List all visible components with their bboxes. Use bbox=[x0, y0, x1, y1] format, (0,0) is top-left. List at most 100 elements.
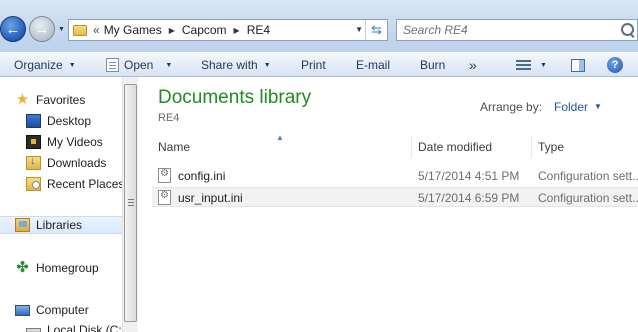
breadcrumb-chevron-icon[interactable]: ▶ bbox=[234, 26, 240, 35]
nav-recent-places[interactable]: Recent Places bbox=[26, 175, 122, 193]
nav-libraries[interactable]: Libraries bbox=[0, 216, 122, 234]
nav-computer[interactable]: Computer bbox=[15, 301, 89, 319]
email-button[interactable]: E-mail bbox=[356, 57, 390, 73]
star-icon: ★ bbox=[15, 91, 30, 108]
nav-my-videos[interactable]: My Videos bbox=[26, 133, 103, 151]
file-date: 5/17/2014 4:51 PM bbox=[418, 169, 520, 183]
folder-icon bbox=[73, 24, 87, 36]
organize-button[interactable]: Organize ▼ bbox=[14, 57, 76, 73]
file-type: Configuration sett... bbox=[538, 191, 638, 205]
search-box[interactable] bbox=[396, 19, 638, 41]
computer-icon bbox=[15, 304, 30, 316]
dropdown-arrow-icon: ▼ bbox=[68, 61, 76, 69]
column-divider[interactable] bbox=[531, 136, 532, 158]
forward-arrow-icon: → bbox=[34, 20, 50, 38]
videos-folder-icon bbox=[26, 135, 41, 149]
back-button[interactable]: ← bbox=[0, 16, 26, 42]
address-dropdown-icon[interactable]: ▼ bbox=[355, 25, 363, 34]
more-commands-label: » bbox=[469, 57, 477, 73]
settings-file-icon bbox=[158, 168, 171, 183]
nav-downloads[interactable]: Downloads bbox=[26, 154, 106, 172]
nav-desktop[interactable]: Desktop bbox=[26, 112, 91, 130]
preview-pane-button[interactable] bbox=[571, 57, 585, 73]
navigation-scrollbar[interactable] bbox=[122, 77, 138, 332]
file-name: usr_input.ini bbox=[178, 191, 243, 205]
nav-homegroup[interactable]: ✤ Homegroup bbox=[15, 259, 99, 277]
recent-places-icon bbox=[26, 177, 41, 191]
column-divider[interactable] bbox=[411, 136, 412, 158]
nav-local-disk-label: Local Disk (C:) bbox=[47, 323, 122, 332]
dropdown-arrow-icon[interactable]: ▼ bbox=[540, 62, 547, 69]
share-with-button[interactable]: Share with ▼ bbox=[201, 57, 271, 73]
address-bar[interactable]: « My Games ▶ Capcom ▶ RE4 ▼ ⇆ bbox=[68, 19, 388, 41]
grip-line bbox=[128, 205, 134, 206]
dropdown-arrow-icon[interactable]: ▼ bbox=[165, 62, 172, 69]
column-header-date-modified[interactable]: Date modified bbox=[418, 140, 492, 154]
nav-computer-label: Computer bbox=[36, 303, 89, 317]
preview-pane-icon bbox=[571, 58, 585, 72]
refresh-button[interactable]: ⇆ bbox=[365, 20, 387, 40]
nav-favorites-label: Favorites bbox=[36, 93, 86, 107]
file-row[interactable]: config.ini 5/17/2014 4:51 PM Configurati… bbox=[152, 166, 638, 186]
nav-favorites[interactable]: ★ Favorites bbox=[15, 91, 86, 109]
library-subtitle: RE4 bbox=[158, 112, 180, 124]
file-list-pane: Documents library RE4 Arrange by: Folder… bbox=[138, 77, 638, 332]
command-bar: Organize ▼ Open ▼ Share with ▼ Print E-m… bbox=[0, 52, 638, 77]
more-commands-button[interactable]: » bbox=[469, 57, 477, 73]
nav-recent-places-label: Recent Places bbox=[47, 177, 122, 191]
column-header-name[interactable]: Name bbox=[158, 140, 190, 154]
sort-ascending-icon: ▲ bbox=[276, 133, 284, 142]
help-icon: ? bbox=[607, 57, 623, 73]
scrollbar-thumb[interactable] bbox=[124, 84, 137, 322]
hard-disk-icon bbox=[26, 328, 41, 332]
share-with-label: Share with bbox=[201, 58, 258, 72]
forward-button[interactable]: → bbox=[29, 16, 55, 42]
burn-button[interactable]: Burn bbox=[420, 57, 445, 73]
column-headers: ▲ Name Date modified Type bbox=[152, 133, 638, 160]
print-button[interactable]: Print bbox=[301, 57, 326, 73]
breadcrumb-capcom[interactable]: Capcom bbox=[182, 23, 227, 37]
settings-file-icon bbox=[158, 190, 171, 205]
open-button[interactable]: Open ▼ bbox=[106, 57, 172, 73]
file-date: 5/17/2014 6:59 PM bbox=[418, 191, 520, 205]
desktop-icon bbox=[26, 114, 41, 128]
document-icon bbox=[106, 58, 119, 72]
nav-homegroup-label: Homegroup bbox=[36, 261, 99, 275]
nav-my-videos-label: My Videos bbox=[47, 135, 103, 149]
dropdown-arrow-icon[interactable]: ▼ bbox=[594, 102, 602, 111]
file-name: config.ini bbox=[178, 169, 226, 183]
breadcrumb-re4[interactable]: RE4 bbox=[247, 23, 270, 37]
library-title: Documents library bbox=[158, 87, 312, 108]
arrange-by-dropdown[interactable]: Folder bbox=[554, 100, 588, 114]
open-label: Open bbox=[124, 58, 154, 72]
search-icon[interactable] bbox=[621, 23, 634, 36]
arrange-by-label: Arrange by: bbox=[480, 100, 543, 114]
navigation-pane: ★ Favorites Desktop My Videos Downloads … bbox=[0, 77, 122, 332]
file-type: Configuration sett... bbox=[538, 169, 638, 183]
downloads-folder-icon bbox=[26, 155, 41, 170]
burn-label: Burn bbox=[420, 58, 446, 72]
nav-libraries-label: Libraries bbox=[36, 218, 83, 232]
libraries-icon bbox=[15, 218, 30, 232]
recent-pages-dropdown-icon[interactable]: ▼ bbox=[58, 26, 65, 33]
refresh-icon: ⇆ bbox=[371, 22, 382, 37]
email-label: E-mail bbox=[356, 58, 391, 72]
back-arrow-icon: ← bbox=[5, 20, 21, 38]
nav-local-disk[interactable]: Local Disk (C:) bbox=[26, 321, 122, 332]
view-options-icon bbox=[516, 59, 531, 71]
change-view-button[interactable]: ▼ bbox=[516, 57, 547, 73]
breadcrumb-my-games[interactable]: My Games bbox=[104, 23, 162, 37]
nav-downloads-label: Downloads bbox=[47, 156, 107, 170]
nav-desktop-label: Desktop bbox=[47, 114, 92, 128]
dropdown-arrow-icon: ▼ bbox=[263, 61, 271, 69]
search-input[interactable] bbox=[397, 20, 634, 40]
help-button[interactable]: ? bbox=[607, 57, 623, 73]
breadcrumb-chevron-icon[interactable]: ▶ bbox=[169, 26, 175, 35]
breadcrumb-overflow[interactable]: « bbox=[93, 23, 100, 37]
file-row[interactable]: usr_input.ini 5/17/2014 6:59 PM Configur… bbox=[152, 187, 638, 207]
grip-line bbox=[128, 202, 134, 203]
column-header-type[interactable]: Type bbox=[538, 140, 564, 154]
print-label: Print bbox=[301, 58, 326, 72]
organize-label: Organize bbox=[14, 58, 63, 72]
homegroup-icon: ✤ bbox=[16, 259, 29, 276]
